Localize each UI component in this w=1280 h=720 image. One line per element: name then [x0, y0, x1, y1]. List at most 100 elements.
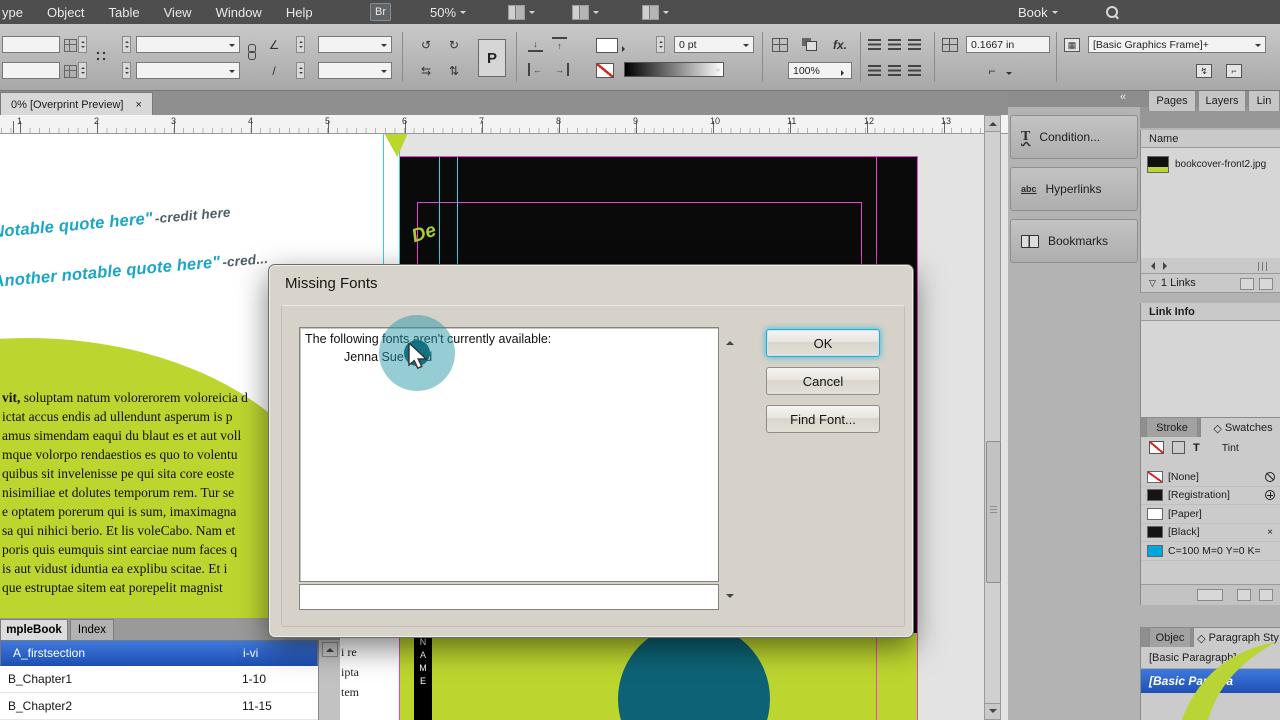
tab-swatches[interactable]: ◇ Swatches: [1200, 417, 1280, 438]
constrain-proportions-icon[interactable]: [248, 44, 256, 60]
rotate-ccw-icon[interactable]: ↺: [416, 36, 436, 54]
scale-y-stepper[interactable]: [122, 62, 131, 79]
tab-index[interactable]: Index: [70, 619, 114, 640]
menu-item-help[interactable]: Help: [286, 5, 313, 20]
panel-options-icon[interactable]: ⌐: [1226, 64, 1242, 78]
tab-pages[interactable]: Pages: [1148, 90, 1196, 111]
cancel-button[interactable]: Cancel: [766, 367, 880, 395]
relink-icon[interactable]: [1240, 278, 1254, 290]
menu-item-view[interactable]: View: [164, 5, 192, 20]
swatch-row[interactable]: [Registration]: [1141, 487, 1280, 505]
stroke-weight-select[interactable]: 0 pt: [674, 36, 754, 53]
x-position-field[interactable]: [2, 36, 60, 53]
rotate-cw-icon[interactable]: ↻: [444, 36, 464, 54]
resize-grip-icon[interactable]: [1258, 262, 1270, 271]
workspace-select[interactable]: Book: [1018, 0, 1058, 24]
stroke-weight-stepper[interactable]: [656, 36, 665, 53]
container-icon[interactable]: [1172, 441, 1185, 454]
find-font-button[interactable]: Find Font...: [766, 405, 880, 433]
flip-vertical-icon[interactable]: ⇅: [444, 62, 464, 80]
new-swatch-icon[interactable]: [1237, 589, 1251, 601]
fill-swatch[interactable]: [596, 38, 618, 53]
swatch-row[interactable]: [Paper]: [1141, 505, 1280, 524]
effects-icon[interactable]: fx.: [830, 36, 850, 54]
link-info-header[interactable]: Link Info: [1140, 303, 1280, 321]
stroke-type-select[interactable]: [624, 62, 724, 77]
conditional-text-button[interactable]: T Condition...: [1010, 115, 1138, 159]
distribute-center-icon[interactable]: [888, 65, 901, 76]
quick-apply-icon[interactable]: ↯: [1196, 64, 1212, 78]
hyperlinks-button[interactable]: abc Hyperlinks: [1010, 167, 1138, 211]
swatch-view-icon[interactable]: [1197, 589, 1223, 601]
frame-fitting-icon[interactable]: [772, 38, 788, 52]
corner-radius-field[interactable]: 0.1667 in: [966, 36, 1050, 53]
previous-page-icon[interactable]: [1147, 261, 1155, 270]
rotation-angle-select[interactable]: [318, 36, 392, 53]
rotation-stepper[interactable]: [296, 36, 305, 53]
close-icon[interactable]: ×: [135, 99, 141, 111]
corner-options-icon[interactable]: ⌐: [982, 62, 1002, 80]
search-button[interactable]: [1106, 0, 1118, 24]
vertical-scrollbar[interactable]: [984, 115, 1001, 720]
tab-stroke[interactable]: Stroke: [1146, 417, 1198, 438]
align-left-icon[interactable]: ←: [528, 63, 545, 76]
bookmarks-button[interactable]: Bookmarks: [1010, 219, 1138, 263]
scroll-up-button[interactable]: [985, 116, 1000, 132]
next-page-icon[interactable]: [1163, 261, 1171, 270]
links-count-row[interactable]: ▽ 1 Links: [1140, 274, 1280, 293]
text-affects-icon[interactable]: T: [1193, 442, 1200, 454]
opacity-select[interactable]: 100%: [788, 62, 852, 79]
missing-fonts-listbox[interactable]: The following fonts aren't currently ava…: [299, 327, 719, 582]
fill-proxy-icon[interactable]: [1149, 441, 1164, 454]
book-document-row[interactable]: A_firstsection i-vi: [0, 640, 318, 666]
scrollbar-thumb[interactable]: [986, 441, 1001, 583]
go-to-link-icon[interactable]: [1259, 278, 1273, 290]
reference-point-proxy[interactable]: [94, 49, 109, 64]
align-bottom-icon[interactable]: ↓: [528, 37, 543, 52]
flip-horizontal-icon[interactable]: ⇆: [416, 62, 436, 80]
view-options-button[interactable]: [508, 0, 535, 24]
swatch-row[interactable]: [None]: [1141, 468, 1280, 487]
book-document-row[interactable]: B_Chapter2 11-15: [0, 693, 318, 720]
shear-angle-select[interactable]: [318, 62, 392, 79]
y-position-field[interactable]: [2, 62, 60, 79]
align-objects-center-icon[interactable]: [888, 39, 901, 50]
book-panel-scrollbar[interactable]: [318, 640, 340, 720]
menu-item-object[interactable]: Object: [47, 5, 85, 20]
distribute-top-icon[interactable]: [868, 65, 881, 76]
graphics-frame-style-select[interactable]: [Basic Graphics Frame]+: [1088, 36, 1266, 53]
collapse-panels-icon[interactable]: «: [1120, 91, 1126, 103]
align-top-icon[interactable]: ↑: [552, 37, 567, 52]
scroll-down-button[interactable]: [723, 589, 737, 603]
swatch-row[interactable]: [Black] ×: [1141, 524, 1280, 542]
menu-item-window[interactable]: Window: [216, 5, 262, 20]
ok-button[interactable]: OK: [766, 329, 880, 357]
align-objects-right-icon[interactable]: [908, 39, 921, 50]
tab-links[interactable]: Lin: [1248, 90, 1280, 111]
link-item[interactable]: bookcover-front2.jpg: [1147, 156, 1266, 173]
y-stepper[interactable]: [78, 62, 87, 79]
document-tab[interactable]: 0% [Overprint Preview] ×: [0, 92, 153, 116]
scroll-up-button[interactable]: [723, 335, 737, 349]
shear-stepper[interactable]: [296, 62, 305, 79]
tab-samplebook[interactable]: mpleBook: [0, 619, 68, 640]
scale-y-select[interactable]: [136, 62, 240, 79]
bridge-button[interactable]: Br: [370, 0, 391, 24]
book-document-row[interactable]: B_Chapter1 1-10: [0, 666, 318, 693]
zoom-level-select[interactable]: 50%: [430, 0, 467, 24]
fill-flyout-icon[interactable]: [622, 46, 628, 52]
stroke-none-icon[interactable]: [596, 63, 614, 78]
x-stepper[interactable]: [78, 36, 87, 53]
select-container-icon[interactable]: P: [478, 39, 506, 77]
scale-x-stepper[interactable]: [122, 36, 131, 53]
align-right-icon[interactable]: →: [552, 63, 569, 76]
align-objects-left-icon[interactable]: [868, 39, 881, 50]
scroll-down-button[interactable]: [985, 703, 1000, 719]
screen-mode-button[interactable]: [572, 0, 599, 24]
delete-swatch-icon[interactable]: [1259, 589, 1273, 601]
swatch-row[interactable]: C=100 M=0 Y=0 K=: [1141, 542, 1280, 561]
drop-shadow-icon[interactable]: [802, 38, 817, 51]
menu-item-table[interactable]: Table: [109, 5, 140, 20]
menu-item-ype[interactable]: ype: [2, 5, 23, 20]
tab-layers[interactable]: Layers: [1198, 90, 1246, 111]
